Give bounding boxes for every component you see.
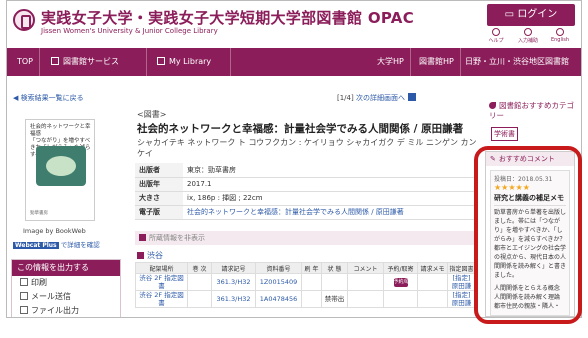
call-number-link[interactable]: 361.3/H32 bbox=[217, 295, 251, 303]
holding-location[interactable]: 渋谷 bbox=[137, 250, 163, 261]
nav-university-hp[interactable]: 大学HP bbox=[371, 48, 411, 76]
nav-top[interactable]: TOP bbox=[11, 48, 41, 76]
next-record-link[interactable]: 次の詳細画面へ bbox=[356, 94, 405, 102]
highlight-annotation-ring bbox=[474, 146, 582, 324]
designated-book-link[interactable]: [指定] 原田謙 bbox=[452, 275, 472, 290]
file-icon bbox=[20, 306, 28, 314]
output-panel: この情報を出力する 印刷 メール送信 ファイル出力 bbox=[11, 259, 121, 317]
reserve-button[interactable]: 予約/取寄 bbox=[393, 278, 415, 287]
record-detail: [1/4] 次の詳細画面へ <図書> 社会的ネットワークと幸福感：計量社会学でみ… bbox=[127, 79, 476, 317]
login-icon: ▭ bbox=[504, 9, 518, 20]
help-icon[interactable]: ヘルプ bbox=[481, 28, 511, 44]
book-cover: 社会的ネットワークと幸福感「つながり」を増やすべきか「しがらみ」を減らすべきか … bbox=[25, 119, 95, 221]
table-row: 渋谷 2F 指定図書 361.3/H32 1A0478456 禁帯出 [指定] … bbox=[135, 290, 476, 308]
nav-library-hp[interactable]: 図書館HP bbox=[413, 48, 461, 76]
webcat-link[interactable]: Webcat Plus で詳細を確認 bbox=[13, 239, 100, 249]
file-export-button[interactable]: ファイル出力 bbox=[12, 304, 120, 317]
person-icon bbox=[157, 57, 165, 65]
left-sidebar: ◀ 検索結果一覧に戻る 社会的ネットワークと幸福感「つながり」を増やすべきか「し… bbox=[7, 79, 125, 317]
table-row: 出版年 2017.1 bbox=[135, 177, 475, 192]
cover-caption: Image by BookWeb bbox=[23, 227, 86, 235]
cover-publisher: 勁草書房 bbox=[30, 211, 48, 216]
nav-my-library[interactable]: My Library bbox=[151, 48, 231, 76]
table-row: 大きさ ix, 186p : 挿図 ; 22cm bbox=[135, 191, 475, 206]
designated-book-link[interactable]: [指定] 原田謙 bbox=[452, 292, 472, 307]
holdings-header-row: 配架場所 巻 次 請求記号 資料番号 刷 年 状 態 コメント 予約/取寄 請求… bbox=[135, 262, 476, 274]
book-title: 社会的ネットワークと幸福感：計量社会学でみる人間関係 / 原田謙著 bbox=[137, 123, 464, 135]
output-panel-title: この情報を出力する bbox=[12, 260, 120, 276]
main-nav: TOP 図書館サービス My Library 大学HP 図書館HP 日野・立川・… bbox=[7, 48, 581, 76]
library-logo-icon[interactable] bbox=[13, 9, 35, 31]
record-pager: [1/4] 次の詳細画面へ bbox=[337, 93, 416, 103]
ebook-link[interactable]: 社会的ネットワークと幸福感：計量社会学でみる人間関係 / 原田謙著 bbox=[187, 208, 404, 216]
login-button[interactable]: ▭ ログイン bbox=[487, 4, 575, 26]
webcat-badge: Webcat Plus bbox=[13, 242, 59, 249]
table-row: 電子版 社会的ネットワークと幸福感：計量社会学でみる人間関係 / 原田謙著 bbox=[135, 205, 475, 220]
location-link[interactable]: 渋谷 2F 指定図書 bbox=[139, 292, 184, 307]
item-id-link[interactable]: 1Z0015409 bbox=[260, 278, 298, 286]
login-label: ログイン bbox=[517, 9, 558, 20]
nav-library-services[interactable]: 図書館サービス bbox=[45, 48, 147, 76]
nav-campus-libraries[interactable]: 日野・立川・渋谷地区図書館 bbox=[459, 48, 575, 76]
print-button[interactable]: 印刷 bbox=[12, 276, 120, 290]
toggle-holdings-button[interactable]: 所蔵情報を非表示 bbox=[135, 231, 475, 245]
category-tag[interactable]: 学術書 bbox=[491, 127, 518, 141]
header-utility-icons: ヘルプ 入力補助 English bbox=[481, 28, 581, 46]
location-link[interactable]: 渋谷 2F 指定図書 bbox=[139, 275, 184, 290]
input-history-icon[interactable]: 入力補助 bbox=[513, 28, 543, 44]
table-row: 出版者 東京：勁草書房 bbox=[135, 163, 475, 178]
print-icon bbox=[20, 278, 28, 286]
table-row: 渋谷 2F 指定図書 361.3/H32 1Z0015409 予約/取寄 [指定… bbox=[135, 273, 476, 291]
status-badge: 禁帯出 bbox=[321, 290, 348, 308]
call-number-link[interactable]: 361.3/H32 bbox=[217, 278, 251, 286]
library-icon bbox=[51, 57, 59, 65]
back-to-results-link[interactable]: ◀ 検索結果一覧に戻る bbox=[13, 93, 84, 103]
email-button[interactable]: メール送信 bbox=[12, 290, 120, 304]
recommended-category-heading: 図書館おすすめカテゴリー bbox=[489, 101, 581, 121]
material-type: <図書> bbox=[137, 110, 167, 119]
next-arrow-icon[interactable] bbox=[407, 93, 416, 101]
title-reading: シャカイテキ ネットワーク ト コウフクカン : ケイリョウ シャカイガク デ … bbox=[137, 138, 477, 158]
holdings-table: 配架場所 巻 次 請求記号 資料番号 刷 年 状 態 コメント 予約/取寄 請求… bbox=[135, 262, 476, 308]
english-icon[interactable]: English bbox=[545, 28, 575, 43]
cover-illustration bbox=[36, 146, 86, 186]
item-id-link[interactable]: 1A0478456 bbox=[260, 295, 298, 303]
site-subtitle: Jissen Women's University & Junior Colle… bbox=[41, 27, 218, 35]
site-header: 実践女子大学・実践女子大学短期大学部図書館 OPAC Jissen Women'… bbox=[7, 1, 581, 45]
mail-icon bbox=[20, 292, 28, 300]
site-title[interactable]: 実践女子大学・実践女子大学短期大学部図書館 OPAC bbox=[41, 7, 414, 28]
bibliographic-table: 出版者 東京：勁草書房 出版年 2017.1 大きさ ix, 186p : 挿図 ; … bbox=[135, 163, 475, 220]
